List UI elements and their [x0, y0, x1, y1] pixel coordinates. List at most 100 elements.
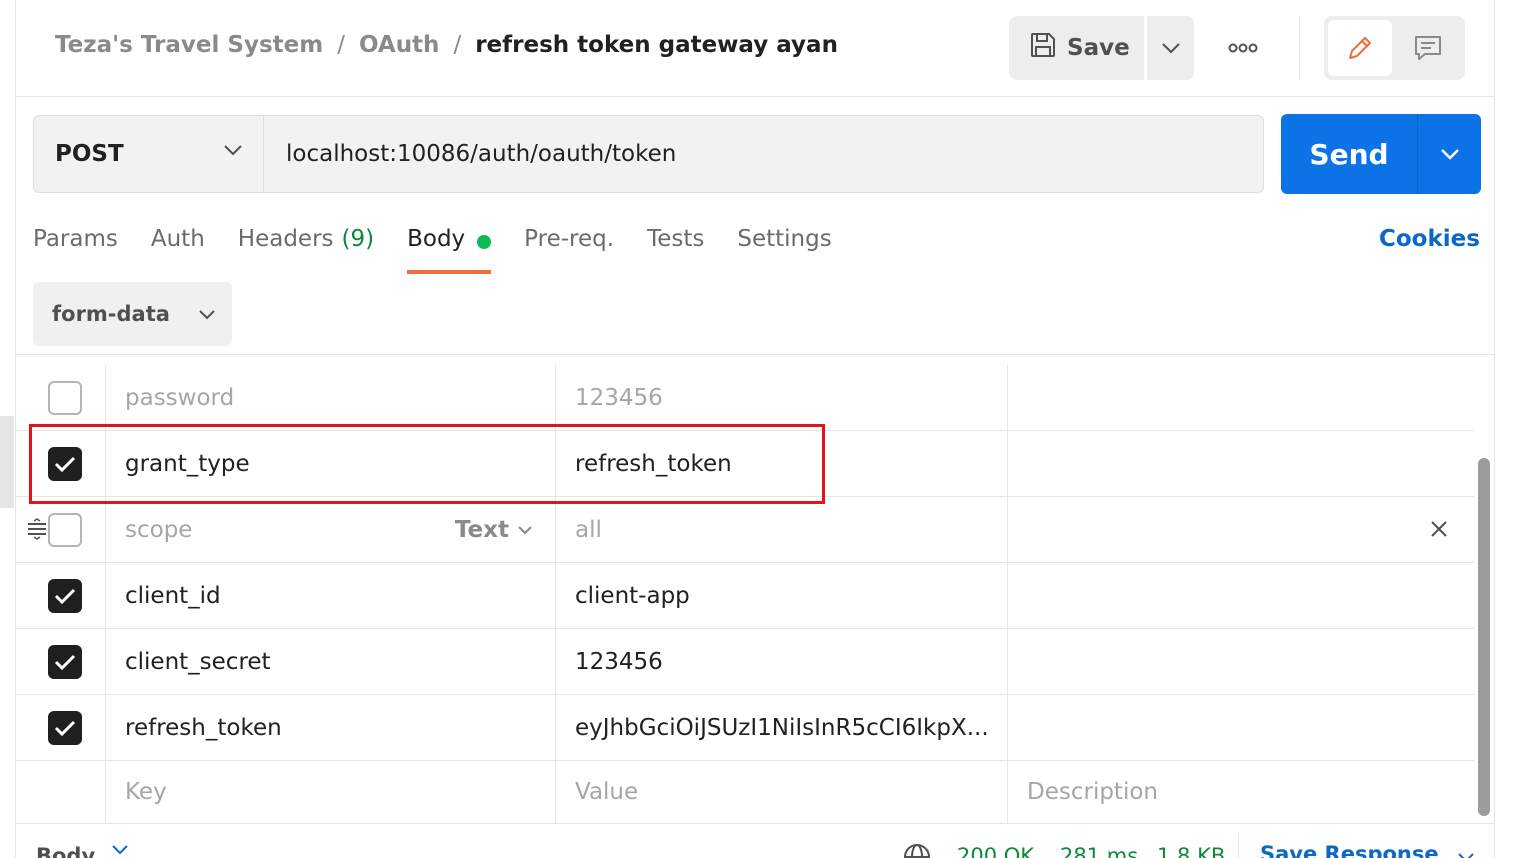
- more-icon: [1228, 43, 1258, 53]
- breadcrumb-separator: /: [337, 32, 345, 58]
- response-bar: Body 200 OK 281 ms 1.8 KB Save Response: [16, 823, 1495, 858]
- method-label: POST: [55, 141, 124, 167]
- row-description[interactable]: [1008, 563, 1474, 628]
- row-key[interactable]: client_id: [106, 563, 556, 628]
- request-header: Teza's Travel System / OAuth / refresh t…: [16, 0, 1495, 97]
- breadcrumb: Teza's Travel System / OAuth / refresh t…: [55, 32, 838, 58]
- tab-headers[interactable]: Headers (9): [238, 226, 374, 274]
- row-key[interactable]: scope Text: [106, 497, 556, 562]
- tab-params[interactable]: Params: [33, 226, 118, 274]
- send-button[interactable]: Send: [1281, 114, 1417, 194]
- response-size[interactable]: 1.8 KB: [1157, 844, 1225, 858]
- row-value[interactable]: 123456: [556, 365, 1008, 430]
- method-select[interactable]: POST: [33, 115, 264, 193]
- body-indicator-dot: [477, 235, 492, 249]
- status-code[interactable]: 200 OK: [957, 844, 1034, 858]
- tab-label: Tests: [647, 226, 705, 252]
- row-key[interactable]: refresh_token: [106, 695, 556, 760]
- url-input[interactable]: localhost:10086/auth/oauth/token: [263, 115, 1264, 193]
- save-icon: [1029, 31, 1057, 65]
- divider: [1299, 16, 1300, 80]
- check-icon: [54, 654, 76, 670]
- more-actions-button[interactable]: [1221, 28, 1265, 68]
- side-panel-edge: [0, 416, 14, 508]
- body-type-select[interactable]: form-data: [33, 282, 232, 346]
- save-options-button[interactable]: [1147, 16, 1194, 80]
- request-name[interactable]: refresh token gateway ayan: [475, 32, 838, 58]
- new-value-input[interactable]: Value: [556, 761, 1008, 823]
- send-options-button[interactable]: [1417, 114, 1481, 194]
- table-row: scope Text all: [16, 497, 1474, 563]
- row-key-text: scope: [125, 516, 193, 543]
- edit-mode-button[interactable]: [1328, 20, 1392, 76]
- row-description[interactable]: [1008, 431, 1474, 496]
- breadcrumb-workspace[interactable]: Teza's Travel System: [55, 32, 323, 58]
- row-value[interactable]: all: [556, 497, 1008, 562]
- tab-label: Settings: [737, 226, 832, 252]
- response-body-select[interactable]: Body: [36, 844, 129, 858]
- table-row: client_secret 123456: [16, 629, 1474, 695]
- tab-tests[interactable]: Tests: [647, 226, 704, 274]
- row-checkbox[interactable]: [48, 578, 82, 613]
- new-description-input[interactable]: Description: [1008, 761, 1474, 823]
- table-border: [16, 354, 1495, 355]
- check-icon: [54, 720, 76, 736]
- check-icon: [54, 588, 76, 604]
- row-check-cell: [16, 497, 106, 562]
- row-check-cell: [16, 629, 106, 694]
- tab-auth[interactable]: Auth: [151, 226, 205, 274]
- chevron-down-icon: [199, 309, 215, 319]
- globe-icon[interactable]: [902, 842, 932, 858]
- row-value[interactable]: client-app: [556, 563, 1008, 628]
- row-description[interactable]: [1008, 695, 1474, 760]
- row-description[interactable]: [1008, 497, 1474, 562]
- divider: [1238, 834, 1239, 858]
- row-check-cell: [16, 563, 106, 628]
- row-key[interactable]: password: [106, 365, 556, 430]
- scrollbar-thumb[interactable]: [1478, 458, 1490, 816]
- pencil-icon: [1349, 37, 1371, 59]
- row-description[interactable]: [1008, 629, 1474, 694]
- row-description[interactable]: [1008, 365, 1474, 430]
- row-value[interactable]: 123456: [556, 629, 1008, 694]
- view-mode-toggle: [1324, 16, 1465, 80]
- tab-prereq[interactable]: Pre-req.: [524, 226, 614, 274]
- key-type-label: Text: [454, 516, 509, 543]
- row-checkbox[interactable]: [48, 380, 82, 415]
- breadcrumb-collection[interactable]: OAuth: [359, 32, 439, 58]
- body-type-label: form-data: [52, 302, 170, 326]
- row-key[interactable]: client_secret: [106, 629, 556, 694]
- row-checkbox[interactable]: [48, 512, 82, 547]
- row-value[interactable]: eyJhbGciOiJSUzI1NiIsInR5cCI6IkpX...: [556, 695, 1008, 760]
- tab-settings[interactable]: Settings: [737, 226, 831, 274]
- tab-body[interactable]: Body: [407, 226, 492, 274]
- new-key-input[interactable]: Key: [106, 761, 556, 823]
- key-type-select[interactable]: Text: [455, 497, 533, 562]
- save-label: Save: [1067, 35, 1130, 61]
- table-row-new: Key Value Description: [16, 761, 1474, 823]
- row-checkbox[interactable]: [48, 710, 82, 745]
- table-row: client_id client-app: [16, 563, 1474, 629]
- table-row: refresh_token eyJhbGciOiJSUzI1NiIsInR5cC…: [16, 695, 1474, 761]
- tab-label: Auth: [150, 226, 205, 252]
- tab-label: Headers: [237, 226, 334, 252]
- row-check-cell: [16, 365, 106, 430]
- tab-label: Params: [33, 226, 118, 252]
- save-response-button[interactable]: Save Response: [1260, 842, 1475, 858]
- comment-icon: [1415, 36, 1441, 60]
- save-button[interactable]: Save: [1009, 16, 1144, 80]
- drag-handle-icon[interactable]: [26, 518, 48, 540]
- chevron-down-icon: [112, 845, 128, 855]
- chevron-down-icon: [1161, 43, 1180, 54]
- save-response-label: Save Response: [1260, 842, 1439, 858]
- tab-label: Pre-req.: [524, 226, 615, 252]
- response-time[interactable]: 281 ms: [1060, 844, 1138, 858]
- comments-button[interactable]: [1396, 20, 1460, 76]
- row-checkbox[interactable]: [48, 644, 82, 679]
- headers-count: (9): [341, 226, 375, 252]
- highlight-box: [29, 424, 825, 504]
- cookies-link[interactable]: Cookies: [1379, 226, 1480, 252]
- chevron-down-icon: [1457, 853, 1474, 858]
- tab-label: Body: [407, 226, 466, 252]
- close-icon[interactable]: [1430, 520, 1448, 538]
